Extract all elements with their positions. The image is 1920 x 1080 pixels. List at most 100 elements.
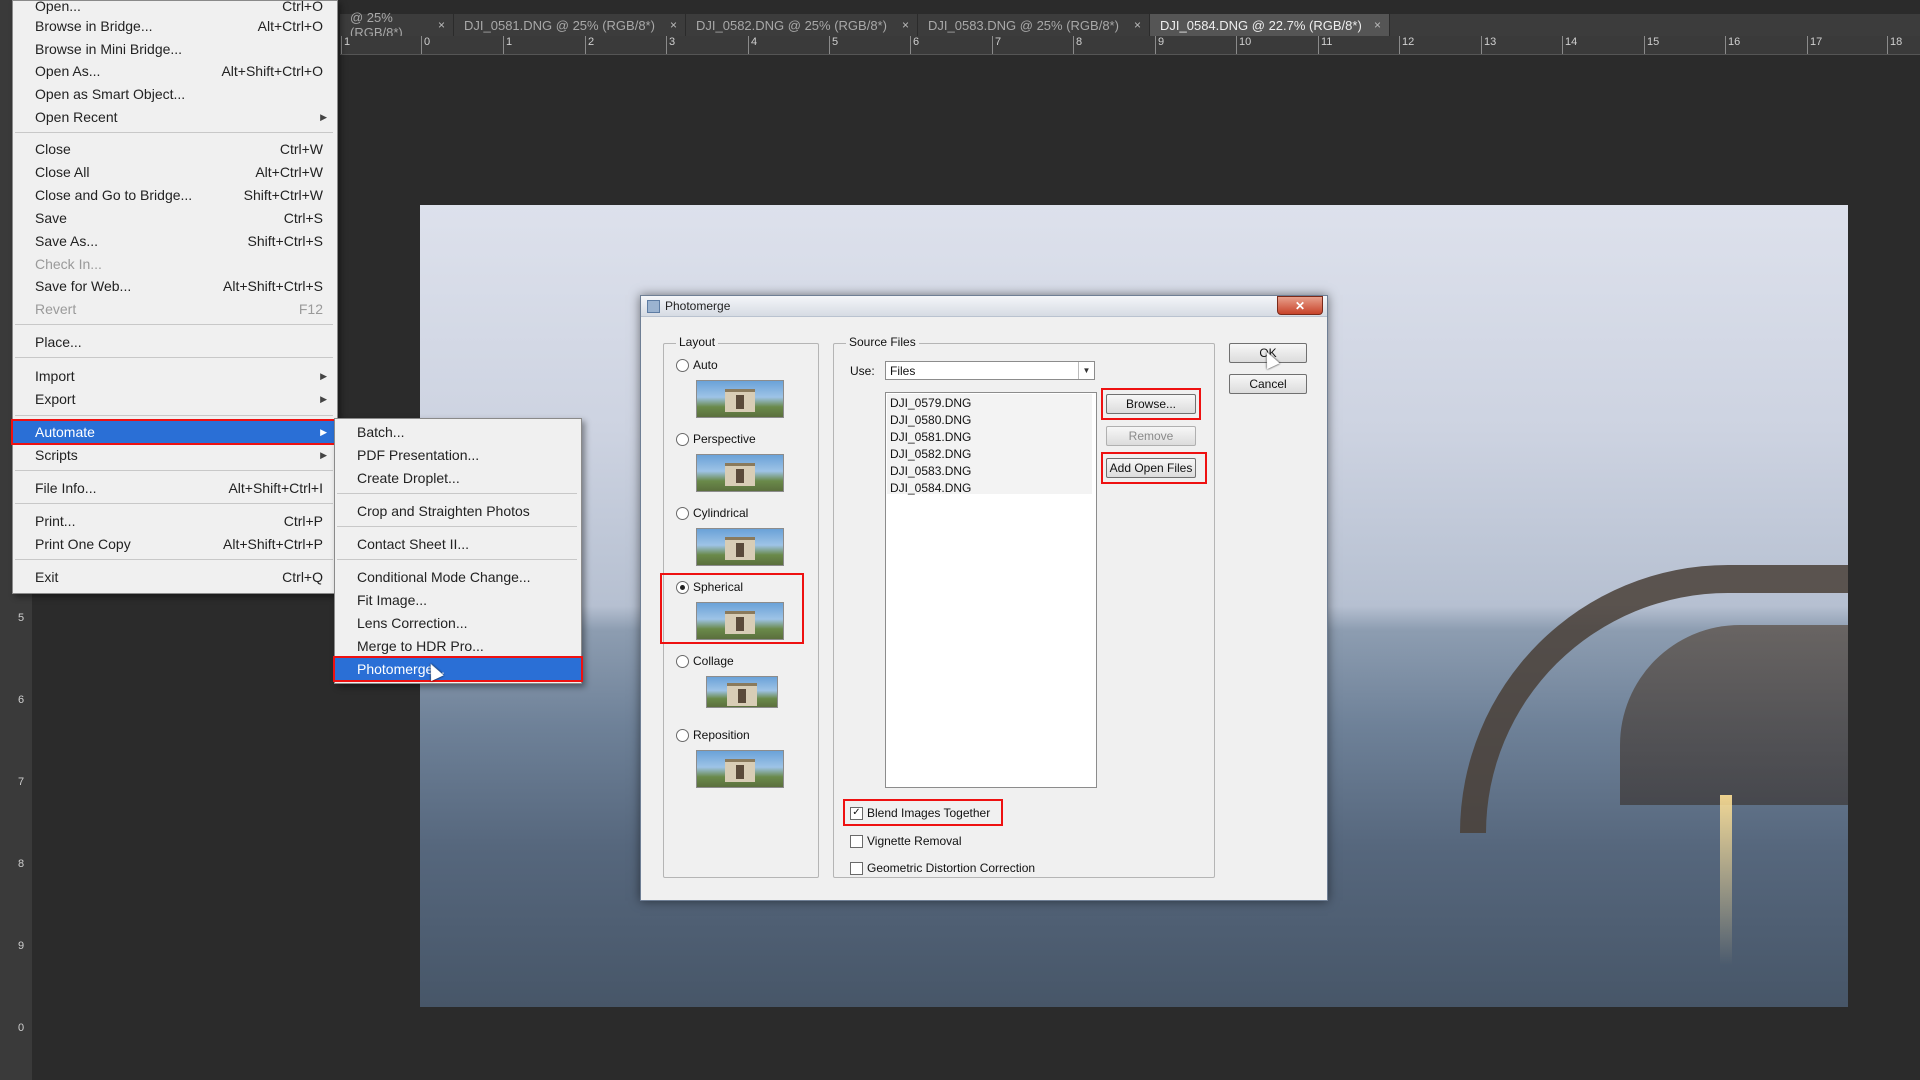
menu-shortcut: Alt+Shift+Ctrl+I (228, 480, 323, 496)
menu-item-browse-bridge[interactable]: Browse in Bridge... Alt+Ctrl+O (13, 15, 337, 37)
automate-submenu: Batch... PDF Presentation... Create Drop… (333, 418, 583, 684)
radio-reposition[interactable]: Reposition (676, 728, 750, 742)
menu-item-merge-hdr[interactable]: Merge to HDR Pro... (335, 635, 581, 657)
menu-item-import[interactable]: Import ▶ (13, 365, 337, 387)
menu-item-open-recent[interactable]: Open Recent ▶ (13, 106, 337, 128)
menu-item-photomerge[interactable]: Photomerge... (333, 656, 583, 682)
menu-item-close[interactable]: Close Ctrl+W (13, 138, 337, 160)
menu-item-export[interactable]: Export ▶ (13, 388, 337, 410)
submenu-arrow-icon: ▶ (320, 393, 327, 404)
menu-shortcut: Ctrl+Q (282, 569, 323, 585)
reposition-thumbnail[interactable] (696, 750, 784, 788)
auto-thumbnail[interactable] (696, 380, 784, 418)
menu-item-close-all[interactable]: Close All Alt+Ctrl+W (13, 161, 337, 183)
source-file-list[interactable]: DJI_0579.DNG DJI_0580.DNG DJI_0581.DNG D… (885, 392, 1097, 788)
menu-item-print[interactable]: Print... Ctrl+P (13, 510, 337, 532)
ruler-tick: 11 (1317, 36, 1333, 54)
menu-separator (337, 526, 577, 527)
menu-label: Merge to HDR Pro... (357, 638, 484, 654)
menu-item-crop-straighten[interactable]: Crop and Straighten Photos (335, 500, 581, 522)
menu-label: Exit (35, 569, 59, 585)
menu-separator (15, 415, 333, 416)
tab-doc-2[interactable]: DJI_0581.DNG @ 25% (RGB/8*) × (454, 14, 686, 36)
menu-item-browse-mini-bridge[interactable]: Browse in Mini Bridge... (13, 38, 337, 60)
tab-close-icon[interactable]: × (1374, 18, 1381, 32)
radio-indicator (676, 432, 689, 446)
annotation-highlight (1101, 388, 1201, 420)
menu-item-create-droplet[interactable]: Create Droplet... (335, 467, 581, 489)
tab-doc-5-active[interactable]: DJI_0584.DNG @ 22.7% (RGB/8*) × (1150, 14, 1390, 36)
tab-close-icon[interactable]: × (438, 18, 445, 32)
door-shape (736, 469, 744, 483)
radio-perspective[interactable]: Perspective (676, 432, 756, 446)
menu-separator (15, 357, 333, 358)
ruler-tick: 8 (18, 858, 25, 870)
menu-item-open-smart-object[interactable]: Open as Smart Object... (13, 83, 337, 105)
menu-shortcut: Alt+Ctrl+O (257, 18, 323, 34)
collage-thumbnail[interactable] (706, 676, 778, 708)
menu-item-print-one-copy[interactable]: Print One Copy Alt+Shift+Ctrl+P (13, 533, 337, 555)
radio-collage[interactable]: Collage (676, 654, 734, 668)
list-item[interactable]: DJI_0580.DNG (890, 413, 971, 427)
close-button[interactable]: ✕ (1277, 296, 1323, 315)
menu-item-lens-correction[interactable]: Lens Correction... (335, 612, 581, 634)
use-dropdown[interactable]: Files ▼ (885, 361, 1095, 380)
list-item[interactable]: DJI_0584.DNG (890, 481, 971, 495)
menu-shortcut: Shift+Ctrl+W (243, 187, 323, 203)
tab-close-icon[interactable]: × (902, 18, 909, 32)
ruler-tick: 2 (584, 36, 595, 54)
radio-cylindrical[interactable]: Cylindrical (676, 506, 748, 520)
tab-doc-3[interactable]: DJI_0582.DNG @ 25% (RGB/8*) × (686, 14, 918, 36)
list-item[interactable]: DJI_0581.DNG (890, 430, 971, 444)
menu-label: Print One Copy (35, 536, 131, 552)
geometric-distortion-checkbox[interactable]: Geometric Distortion Correction (850, 861, 1035, 875)
menu-item-open-as[interactable]: Open As... Alt+Shift+Ctrl+O (13, 60, 337, 82)
tab-doc-1[interactable]: @ 25% (RGB/8*) × (340, 10, 454, 40)
radio-indicator (676, 358, 689, 372)
list-item[interactable]: DJI_0579.DNG (890, 396, 971, 410)
ruler-tick: 1 (340, 36, 351, 54)
menu-separator (337, 559, 577, 560)
menu-label: Open As... (35, 63, 101, 79)
radio-label: Collage (693, 654, 734, 668)
dialog-titlebar[interactable]: Photomerge ✕ (641, 296, 1327, 317)
menu-item-exit[interactable]: Exit Ctrl+Q (13, 566, 337, 588)
menu-label: Crop and Straighten Photos (357, 503, 530, 519)
ruler-tick: 3 (665, 36, 676, 54)
menu-item-automate[interactable]: Automate ▶ (11, 419, 339, 445)
list-item[interactable]: DJI_0583.DNG (890, 464, 971, 478)
menu-item-contact-sheet[interactable]: Contact Sheet II... (335, 533, 581, 555)
cylindrical-thumbnail[interactable] (696, 528, 784, 566)
menu-item-conditional-mode[interactable]: Conditional Mode Change... (335, 566, 581, 588)
menu-item-save-as[interactable]: Save As... Shift+Ctrl+S (13, 230, 337, 252)
tab-close-icon[interactable]: × (670, 18, 677, 32)
cancel-button[interactable]: Cancel (1229, 374, 1307, 394)
menu-item-save-for-web[interactable]: Save for Web... Alt+Shift+Ctrl+S (13, 275, 337, 297)
menu-item-save[interactable]: Save Ctrl+S (13, 207, 337, 229)
tab-doc-4[interactable]: DJI_0583.DNG @ 25% (RGB/8*) × (918, 14, 1150, 36)
ruler-tick: 5 (828, 36, 839, 54)
radio-indicator (676, 506, 689, 520)
menu-item-check-in: Check In... (13, 253, 337, 275)
menu-label: Print... (35, 513, 76, 529)
list-item[interactable]: DJI_0582.DNG (890, 447, 971, 461)
menu-label: Check In... (35, 256, 102, 272)
radio-auto[interactable]: Auto (676, 358, 718, 372)
menu-item-close-go-bridge[interactable]: Close and Go to Bridge... Shift+Ctrl+W (13, 184, 337, 206)
remove-button[interactable]: Remove (1106, 426, 1196, 446)
ruler-tick: 6 (18, 694, 25, 706)
vignette-removal-checkbox[interactable]: Vignette Removal (850, 834, 962, 848)
menu-item-place[interactable]: Place... (13, 331, 337, 353)
menu-item-scripts[interactable]: Scripts ▶ (13, 444, 337, 466)
ruler-tick: 9 (18, 940, 25, 952)
menu-item-pdf-presentation[interactable]: PDF Presentation... (335, 444, 581, 466)
menu-item-fit-image[interactable]: Fit Image... (335, 589, 581, 611)
menu-item-batch[interactable]: Batch... (335, 421, 581, 443)
tab-close-icon[interactable]: × (1134, 18, 1141, 32)
menu-shortcut: Ctrl+S (283, 210, 323, 226)
menu-shortcut: Alt+Shift+Ctrl+P (223, 536, 323, 552)
radio-label: Auto (693, 358, 718, 372)
menu-item-file-info[interactable]: File Info... Alt+Shift+Ctrl+I (13, 477, 337, 499)
perspective-thumbnail[interactable] (696, 454, 784, 492)
submenu-arrow-icon: ▶ (320, 449, 327, 460)
